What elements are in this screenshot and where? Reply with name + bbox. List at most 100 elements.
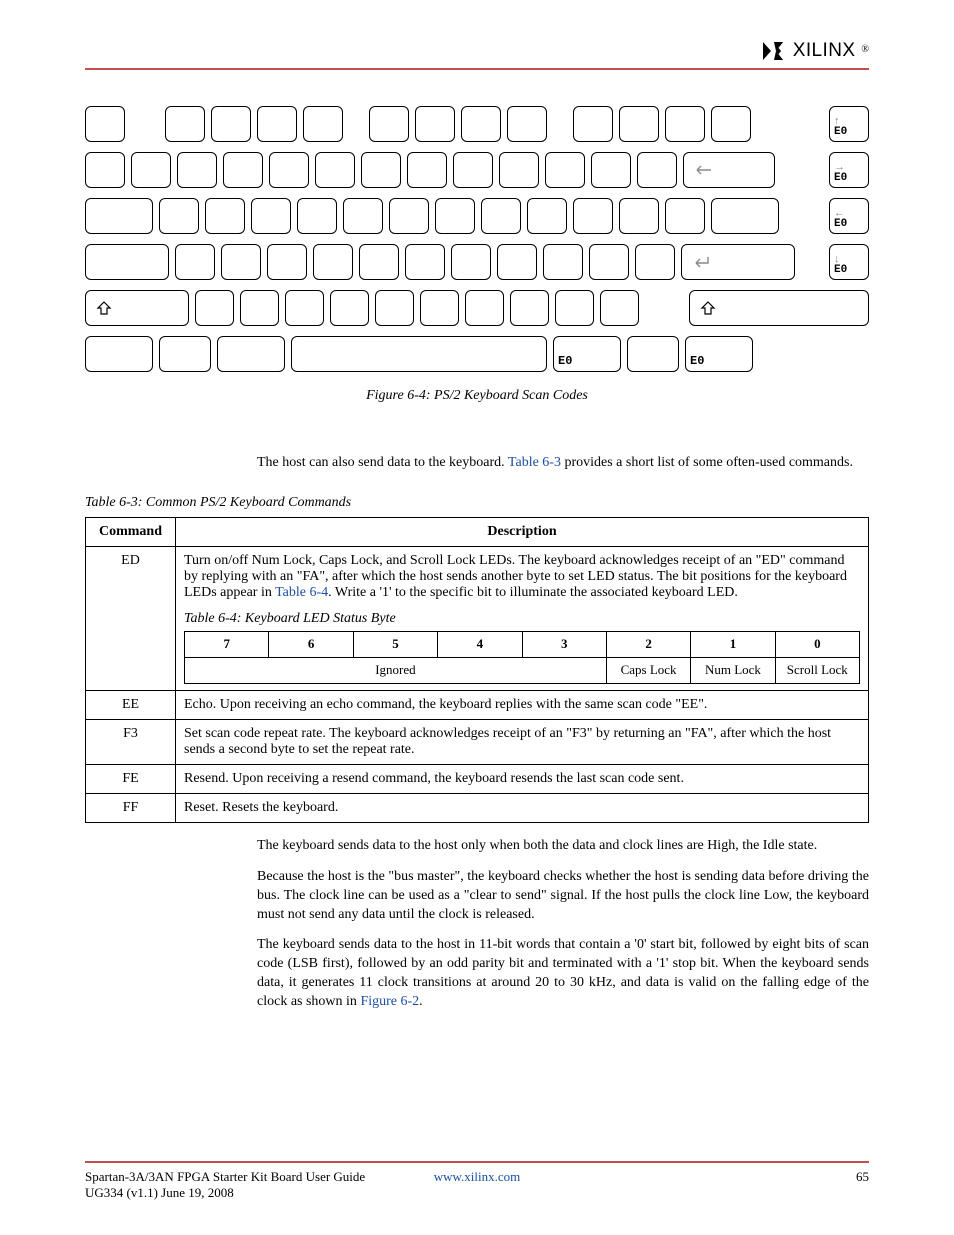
key-alt-left (217, 336, 285, 372)
key (435, 198, 475, 234)
key (159, 198, 199, 234)
key-space (291, 336, 547, 372)
key (359, 244, 399, 280)
key (330, 290, 369, 326)
led-table: 7 6 5 4 3 2 1 0 Ignored Ca (184, 631, 860, 684)
key (637, 152, 677, 188)
page-header: XILINX ® (85, 40, 869, 70)
key (481, 198, 521, 234)
key (85, 152, 125, 188)
key-arrow-left: ← E0 (829, 198, 869, 234)
kb-row-number: → E0 (85, 152, 869, 188)
keyboard-figure: ↑ E0 (85, 106, 869, 404)
key (223, 152, 263, 188)
command-table: Command Description ED Turn on/off Num L… (85, 517, 869, 823)
key (665, 198, 705, 234)
footer-doc-id: UG334 (v1.1) June 19, 2008 (85, 1185, 365, 1201)
key (591, 152, 631, 188)
footer-page-number: 65 (856, 1169, 869, 1201)
key (497, 244, 537, 280)
key (573, 198, 613, 234)
key (369, 106, 409, 142)
key (665, 106, 705, 142)
kb-row-qwerty: ← E0 (85, 198, 869, 234)
key (285, 290, 324, 326)
key (159, 336, 211, 372)
key (635, 244, 675, 280)
figure-caption: Figure 6-4: PS/2 Keyboard Scan Codes (85, 388, 869, 404)
col-command: Command (86, 517, 176, 546)
key (415, 106, 455, 142)
key-ctrl-left (85, 336, 153, 372)
link-figure-6-2[interactable]: Figure 6-2 (360, 994, 419, 1009)
key (177, 152, 217, 188)
table-row: EE Echo. Upon receiving an echo command,… (86, 690, 869, 719)
key-backspace (683, 152, 775, 188)
key (257, 106, 297, 142)
col-description: Description (176, 517, 869, 546)
key (627, 336, 679, 372)
key (420, 290, 459, 326)
key (195, 290, 234, 326)
key (543, 244, 583, 280)
key (573, 106, 613, 142)
key-caps (85, 244, 169, 280)
table-row: ED Turn on/off Num Lock, Caps Lock, and … (86, 546, 869, 690)
xilinx-logo (761, 40, 787, 62)
key-arrow-right: → E0 (829, 152, 869, 188)
kb-row-function: ↑ E0 (85, 106, 869, 142)
key (589, 244, 629, 280)
para-bus-master: Because the host is the "bus master", th… (257, 868, 869, 925)
key (269, 152, 309, 188)
key-shift-right (689, 290, 868, 326)
kb-row-shift (85, 290, 869, 326)
key-ctrl-right: E0 (685, 336, 753, 372)
key (389, 198, 429, 234)
key (451, 244, 491, 280)
table-row: FF Reset. Resets the keyboard. (86, 793, 869, 822)
key (315, 152, 355, 188)
key (303, 106, 343, 142)
key (453, 152, 493, 188)
key-arrow-up: ↑ E0 (829, 106, 869, 142)
inner-table-caption: Table 6-4: Keyboard LED Status Byte (184, 611, 860, 627)
page-footer: Spartan-3A/3AN FPGA Starter Kit Board Us… (85, 1161, 869, 1201)
key (510, 290, 549, 326)
key (205, 198, 245, 234)
key (711, 198, 779, 234)
link-table-6-4[interactable]: Table 6-4 (275, 585, 328, 600)
key (600, 290, 639, 326)
key (175, 244, 215, 280)
key (507, 106, 547, 142)
key (240, 290, 279, 326)
key (221, 244, 261, 280)
table-row: FE Resend. Upon receiving a resend comma… (86, 764, 869, 793)
key (465, 290, 504, 326)
key (313, 244, 353, 280)
kb-row-home: ↓ E0 (85, 244, 869, 280)
key (131, 152, 171, 188)
kb-row-bottom: E0 E0 (85, 336, 869, 372)
key (545, 152, 585, 188)
key-alt-right: E0 (553, 336, 621, 372)
key (619, 106, 659, 142)
brand-text: XILINX (793, 40, 856, 62)
key (361, 152, 401, 188)
table-row: F3 Set scan code repeat rate. The keyboa… (86, 719, 869, 764)
footer-site-link[interactable]: www.xilinx.com (434, 1169, 521, 1185)
key (711, 106, 751, 142)
registered-mark: ® (861, 44, 869, 55)
key (343, 198, 383, 234)
key (297, 198, 337, 234)
link-table-6-3[interactable]: Table 6-3 (508, 455, 561, 470)
key-arrow-down: ↓ E0 (829, 244, 869, 280)
key (375, 290, 414, 326)
para-host-send: The host can also send data to the keybo… (257, 454, 869, 473)
footer-doc-title: Spartan-3A/3AN FPGA Starter Kit Board Us… (85, 1169, 365, 1185)
table-caption: Table 6-3: Common PS/2 Keyboard Commands (85, 495, 869, 511)
key (407, 152, 447, 188)
key (527, 198, 567, 234)
key (165, 106, 205, 142)
key (619, 198, 659, 234)
para-11bit: The keyboard sends data to the host in 1… (257, 936, 869, 1012)
